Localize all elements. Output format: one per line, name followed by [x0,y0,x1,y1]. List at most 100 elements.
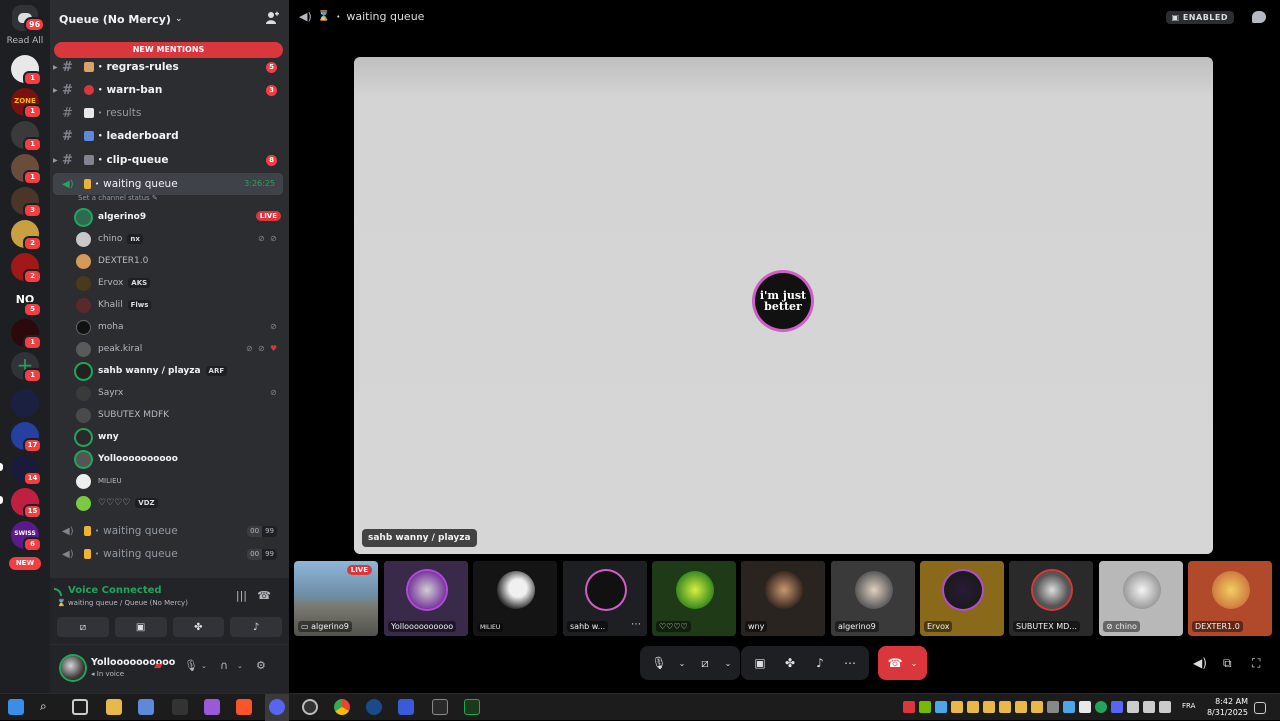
epic-games-icon[interactable] [172,699,188,715]
voice-member[interactable]: moha ⊘ [76,317,283,337]
voice-member[interactable]: chino nx ⊘ ⊘ [76,229,283,249]
invite-people-icon[interactable] [265,11,279,25]
voice-member[interactable]: Khalil Flws [76,295,283,315]
leave-call-button[interactable]: ☎ ⌄ [878,646,927,680]
tray-icon[interactable] [1079,701,1091,713]
task-view-icon[interactable] [72,699,88,715]
tray-icon[interactable] [1015,701,1027,713]
focused-participant[interactable]: i'm just better sahb wanny / playza [354,57,1213,554]
voice-channel-waiting-queue-active[interactable]: ◀) • waiting queue 3:26:25 [53,173,283,195]
channel-regras-rules[interactable]: ▶ # • regras-rules 5 [53,56,283,78]
participant-tile[interactable]: LIVE ▭ algerino9 [294,561,378,636]
chevron-down-icon[interactable]: ⌄ [722,659,734,668]
logitech-icon[interactable] [432,699,448,715]
participant-tile[interactable]: ♡♡♡♡ [652,561,736,636]
share-screen-button[interactable]: ▣ [114,617,167,637]
set-channel-status[interactable]: Set a channel status ✎ [78,194,158,202]
participant-tile[interactable]: Yolloooooooooo [384,561,468,636]
voice-member[interactable]: Ervox AKS [76,273,283,293]
server-icon[interactable] [11,389,39,417]
server-icon[interactable]: 2 [11,253,42,284]
add-server-button[interactable]: +1 [11,352,42,383]
participant-tile[interactable]: algerino9 [831,561,915,636]
voice-member[interactable]: wny [76,427,283,447]
server-icon[interactable]: SWISS 6 [11,521,42,552]
participant-tile[interactable]: wny [741,561,825,636]
tray-icon[interactable] [983,701,995,713]
chrome-icon[interactable] [334,699,350,715]
gamepad-icon[interactable]: ▰ [154,659,162,672]
chevron-down-icon[interactable]: ⌄ [237,662,243,670]
steam-icon[interactable] [366,699,382,715]
server-icon[interactable]: ZONE 1 [11,88,42,119]
chevron-down-icon[interactable]: ⌄ [201,662,207,670]
server-icon[interactable]: 3 [11,187,42,218]
tray-icon[interactable] [1063,701,1075,713]
voice-member[interactable]: ♡♡♡♡ VDZ [76,493,283,513]
read-all-button[interactable]: Read All [0,36,50,46]
share-screen-button[interactable]: ▣ [747,651,773,675]
store-icon[interactable] [138,699,154,715]
app-icon[interactable] [302,699,318,715]
channel-warn-ban[interactable]: ▶ # • warn-ban 3 [53,79,283,101]
windows-start-icon[interactable] [8,699,24,715]
activities-button[interactable]: ✤ [172,617,225,637]
tray-icon[interactable] [999,701,1011,713]
participant-tile[interactable]: sahb w... ⋯ [563,561,647,636]
participant-tile[interactable]: ⊘ chino [1099,561,1183,636]
discord-tray-icon[interactable] [1111,701,1123,713]
file-explorer-icon[interactable] [106,699,122,715]
fullscreen-icon[interactable]: ⛶ [1252,656,1260,671]
tray-icon[interactable] [951,701,963,713]
headphones-icon[interactable]: ∩ [220,659,228,672]
steam-tray-icon[interactable] [1047,701,1059,713]
voice-member[interactable]: Sayrx ⊘ [76,383,283,403]
input-language[interactable]: FRA [1182,702,1195,710]
new-unreads-pill[interactable]: NEW [9,557,41,570]
participant-tile[interactable]: MILIEU [473,561,557,636]
microphone-button[interactable]: 🎙︎ [646,651,672,675]
volume-icon[interactable] [1143,701,1155,713]
popout-icon[interactable]: ⧉ [1223,656,1232,671]
channel-clip-queue[interactable]: ▶ # • clip-queue 8 [53,149,283,171]
server-icon[interactable]: 15 [11,488,42,519]
more-options-icon[interactable]: ⋯ [631,619,641,630]
app-icon[interactable] [204,699,220,715]
chat-icon[interactable] [1252,11,1266,23]
guild-header[interactable]: Queue (No Mercy) ⌄ [50,0,289,38]
voice-member[interactable]: sahb wanny / playza ARF [76,361,283,381]
noise-suppression-icon[interactable]: ||| [236,589,247,602]
server-icon[interactable]: NQ 5 [11,286,42,317]
gear-icon[interactable]: ⚙ [256,659,266,672]
activities-button[interactable]: ✤ [777,651,803,675]
voice-member[interactable]: SUBUTEX MDFK [76,405,283,425]
more-options-button[interactable]: ⋯ [837,651,863,675]
app-icon[interactable] [398,699,414,715]
soundboard-button[interactable]: ♪ [230,617,282,637]
voice-connected-status[interactable]: Voice Connected [54,585,162,596]
username[interactable]: Yolloooooooooo [91,657,175,668]
voice-member[interactable]: Yolloooooooooo [76,449,283,469]
voice-member[interactable]: MILIEU [76,471,283,491]
disconnect-icon[interactable]: ☎ [257,589,271,602]
tray-icon[interactable] [1095,701,1107,713]
server-icon[interactable]: 2 [11,220,42,251]
server-icon[interactable]: 1 [11,55,42,86]
server-icon[interactable]: 14 [11,455,42,486]
microphone-icon[interactable]: 🎙︎ [184,659,198,672]
participant-tile[interactable]: SUBUTEX MD... [1009,561,1093,636]
server-icon[interactable]: 1 [11,154,42,185]
server-icon[interactable]: 17 [11,422,42,453]
participant-tile[interactable]: Ervox [920,561,1004,636]
participant-tile[interactable]: DEXTER1.0 [1188,561,1272,636]
camera-button[interactable]: ⧄ [57,617,109,637]
notification-icon[interactable] [1254,702,1266,714]
tray-icon[interactable] [935,701,947,713]
razer-icon[interactable] [464,699,480,715]
nvidia-icon[interactable] [919,701,931,713]
voice-member[interactable]: algerino9 LIVE [76,207,283,227]
brave-browser-icon[interactable] [236,699,252,715]
server-icon[interactable]: 1 [11,319,42,350]
enabled-badge[interactable]: ▣ ENABLED [1165,11,1234,24]
voice-channel-path[interactable]: ⌛ waiting queue / Queue (No Mercy) [57,599,188,607]
